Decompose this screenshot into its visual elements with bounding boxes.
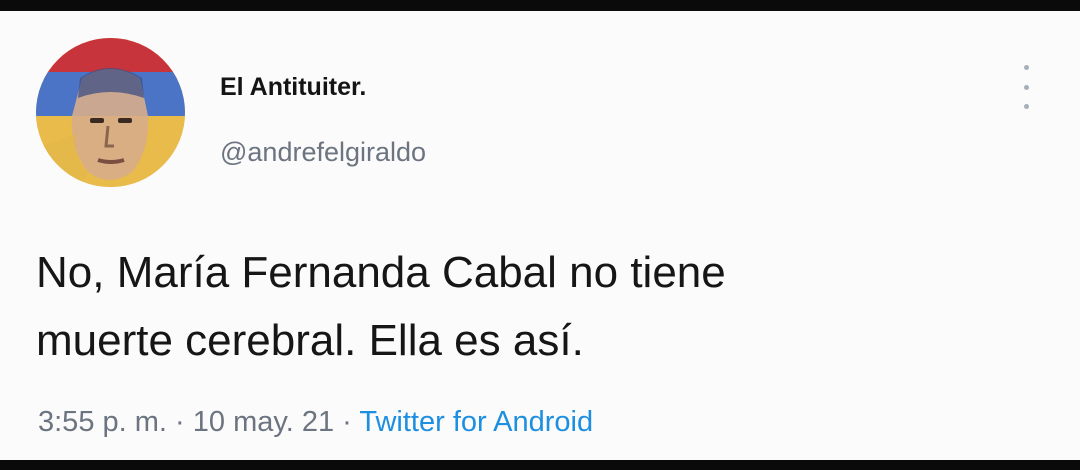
tweet-time[interactable]: 3:55 p. m. bbox=[38, 406, 167, 438]
tweet-text-line: muerte cerebral. Ella es así. bbox=[36, 316, 584, 365]
user-handle[interactable]: @andrefelgiraldo bbox=[220, 137, 426, 168]
more-options-icon[interactable] bbox=[1014, 65, 1038, 109]
meta-separator: · bbox=[175, 406, 185, 438]
tweet-text: No, María Fernanda Cabal no tiene muerte… bbox=[36, 239, 1036, 375]
tweet-text-line: No, María Fernanda Cabal no tiene bbox=[36, 248, 726, 297]
avatar-image bbox=[36, 38, 185, 187]
more-dot bbox=[1023, 65, 1029, 70]
display-name[interactable]: El Antituiter. bbox=[220, 73, 366, 102]
screenshot-frame: El Antituiter. @andrefelgiraldo No, Marí… bbox=[0, 0, 1080, 470]
tweet-metadata: 3:55 p. m. · 10 may. 21 · Twitter for An… bbox=[38, 406, 593, 439]
tweet-date[interactable]: 10 may. 21 bbox=[193, 406, 334, 438]
more-dot bbox=[1023, 104, 1029, 109]
tweet-source-link[interactable]: Twitter for Android bbox=[359, 406, 593, 438]
avatar[interactable] bbox=[36, 38, 185, 187]
meta-separator: · bbox=[342, 406, 352, 438]
more-dot bbox=[1023, 84, 1029, 90]
tweet-card: El Antituiter. @andrefelgiraldo No, Marí… bbox=[0, 11, 1080, 460]
